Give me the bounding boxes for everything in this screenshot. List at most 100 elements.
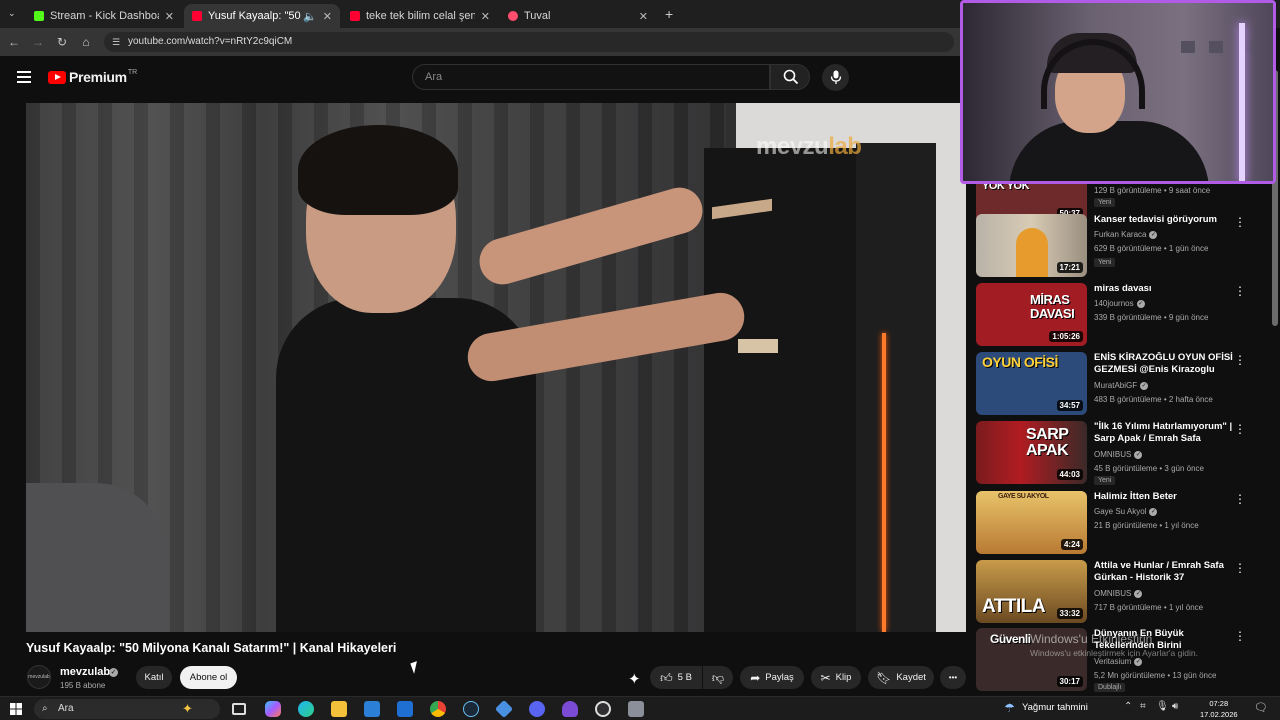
- recommendation-title[interactable]: miras davası: [1094, 283, 1234, 295]
- close-icon[interactable]: ✕: [323, 10, 332, 23]
- taskbar-search-placeholder: Ara: [58, 703, 74, 714]
- webcam-neon-light: [1239, 23, 1245, 181]
- file-explorer-icon[interactable]: [331, 701, 347, 717]
- close-icon[interactable]: ✕: [481, 10, 490, 23]
- youtube-premium-logo[interactable]: Premium TR: [48, 69, 137, 85]
- clock-time: 07:28: [1209, 699, 1229, 708]
- channel-name[interactable]: mevzulab: [60, 666, 110, 678]
- new-badge: Yeni: [1094, 198, 1116, 207]
- more-vert-icon[interactable]: ⋮: [1234, 423, 1246, 435]
- forward-arrow-icon[interactable]: →: [30, 34, 46, 50]
- reload-icon[interactable]: ↻: [54, 34, 70, 50]
- taskbar-clock[interactable]: 07:28 17.02.2026: [1200, 698, 1238, 720]
- subscribe-button[interactable]: Abone ol: [180, 666, 237, 689]
- chevron-up-icon[interactable]: ⌃: [1124, 701, 1132, 712]
- recommendation-item[interactable]: OYUN OFİSİ 34:57 ENİS KİRAZOĞLU OYUN OFİ…: [976, 352, 1276, 416]
- save-button[interactable]: 🔖︎ Kaydet: [868, 666, 934, 689]
- search-input[interactable]: Ara: [412, 64, 770, 90]
- site-info-icon[interactable]: ☰: [112, 32, 120, 52]
- clip-button[interactable]: ✂ Klip: [811, 666, 861, 689]
- like-button[interactable]: 👍︎ 5 B: [650, 666, 702, 689]
- share-button[interactable]: ➦ Paylaş: [740, 666, 804, 689]
- obs-icon[interactable]: [595, 701, 611, 717]
- recommendation-title[interactable]: Attila ve Hunlar / Emrah Safa Gürkan - H…: [1094, 560, 1234, 584]
- recommendation-channel[interactable]: OMNIBUS ✓: [1094, 450, 1143, 459]
- view-count: 129 B görüntüleme • 9 saat önce: [1094, 186, 1211, 195]
- dubbed-badge: Dublajlı: [1094, 683, 1126, 692]
- back-arrow-icon[interactable]: ←: [6, 34, 22, 50]
- recommendation-item[interactable]: ATTILA 33:32 Attila ve Hunlar / Emrah Sa…: [976, 560, 1276, 624]
- recommendation-channel[interactable]: Furkan Karaca ✓: [1094, 230, 1158, 239]
- tab-teke-tek[interactable]: teke tek bilim celal şengör ilber ✕: [342, 4, 498, 28]
- taskbar-search-input[interactable]: ⌕ Ara ✦: [34, 699, 220, 719]
- video-thumbnail[interactable]: ATTILA 33:32: [976, 560, 1087, 623]
- task-view-icon[interactable]: [232, 703, 246, 715]
- copilot-icon[interactable]: [265, 701, 281, 717]
- video-player[interactable]: mevzulab: [26, 103, 966, 632]
- more-actions-button[interactable]: •••: [940, 666, 966, 689]
- ask-ai-sparkle-icon[interactable]: ✦: [628, 670, 641, 688]
- discord-icon[interactable]: [529, 701, 545, 717]
- new-tab-plus-icon[interactable]: +: [665, 6, 673, 22]
- close-icon[interactable]: ✕: [165, 10, 174, 23]
- join-button[interactable]: Katıl: [136, 666, 172, 689]
- app-icon[interactable]: [562, 701, 578, 717]
- speaker-icon[interactable]: 🔈: [303, 10, 317, 23]
- share-arrow-icon: ➦: [750, 670, 761, 685]
- more-vert-icon[interactable]: ⋮: [1234, 354, 1246, 366]
- volume-icon[interactable]: 🔊︎: [1172, 701, 1178, 712]
- recommendation-item[interactable]: SARP APAK 44:03 "İlk 16 Yılımı Hatırlamı…: [976, 421, 1276, 485]
- recommendation-title[interactable]: ENİS KİRAZOĞLU OYUN OFİSİ GEZMESİ @Enis …: [1094, 352, 1234, 376]
- recommendation-item[interactable]: 17:21 Kanser tedavisi görüyorum Furkan K…: [976, 214, 1276, 278]
- more-vert-icon[interactable]: ⋮: [1234, 493, 1246, 505]
- video-thumbnail[interactable]: 17:21: [976, 214, 1087, 277]
- dislike-button[interactable]: 👎︎: [703, 666, 733, 689]
- video-thumbnail[interactable]: MİRAS DAVASI 1:05:26: [976, 283, 1087, 346]
- weather-rain-icon: ☂: [1004, 701, 1015, 715]
- recommendation-channel[interactable]: 140journos ✓: [1094, 299, 1145, 308]
- recommendation-item[interactable]: GAYE SU AKYOL 4:24 Halimiz İtten Beter G…: [976, 491, 1276, 555]
- recommendation-title[interactable]: Halimiz İtten Beter: [1094, 491, 1234, 503]
- recommendation-channel[interactable]: Veritasium ✓: [1094, 657, 1143, 666]
- tab-kick-dashboard[interactable]: Stream - Kick Dashboard ✕: [26, 4, 182, 28]
- thumbnail-text: MİRAS DAVASI: [1030, 292, 1075, 321]
- recommendation-channel[interactable]: OMNIBUS ✓: [1094, 589, 1143, 598]
- home-icon[interactable]: ⌂: [78, 34, 94, 50]
- steam-icon[interactable]: [463, 701, 479, 717]
- more-vert-icon[interactable]: ⋮: [1234, 562, 1246, 574]
- more-vert-icon[interactable]: ⋮: [1234, 216, 1246, 228]
- view-count: 629 B görüntüleme • 1 gün önce: [1094, 244, 1209, 253]
- windows-start-icon[interactable]: [10, 703, 22, 715]
- recommendation-item[interactable]: MİRAS DAVASI 1:05:26 miras davası 140jou…: [976, 283, 1276, 347]
- search-button[interactable]: [770, 64, 810, 90]
- video-thumbnail[interactable]: GAYE SU AKYOL 4:24: [976, 491, 1087, 554]
- video-thumbnail[interactable]: OYUN OFİSİ 34:57: [976, 352, 1087, 415]
- tab-tuval[interactable]: Tuval ✕: [500, 4, 656, 28]
- store-icon[interactable]: [364, 701, 380, 717]
- weather-text[interactable]: Yağmur tahmini: [1022, 702, 1088, 713]
- game-launcher-icon[interactable]: [494, 699, 514, 719]
- close-icon[interactable]: ✕: [639, 10, 648, 23]
- tab-youtube-video[interactable]: Yusuf Kayaalp: "50 Milyona 🔈 ✕: [184, 4, 340, 28]
- chrome-icon[interactable]: [430, 701, 446, 717]
- edge-icon[interactable]: [298, 701, 314, 717]
- more-vert-icon[interactable]: ⋮: [1234, 285, 1246, 297]
- channel-avatar[interactable]: mevzulab: [27, 665, 51, 689]
- address-input[interactable]: ☰ youtube.com/watch?v=nRtY2c9qiCM: [104, 32, 954, 52]
- notification-icon[interactable]: 🗨︎: [1254, 701, 1268, 714]
- network-icon[interactable]: ⌗: [1140, 701, 1146, 712]
- country-code: TR: [127, 68, 138, 76]
- recommendation-title[interactable]: "İlk 16 Yılımı Hatırlamıyorum" | Sarp Ap…: [1094, 421, 1234, 445]
- outlook-icon[interactable]: [397, 701, 413, 717]
- microphone-icon[interactable]: 🎙︎: [1156, 701, 1169, 712]
- recommendation-title[interactable]: Kanser tedavisi görüyorum: [1094, 214, 1234, 226]
- tab-search-chevron-icon[interactable]: ⌄: [8, 8, 18, 18]
- recommendation-channel[interactable]: Gaye Su Akyol ✓: [1094, 507, 1158, 516]
- more-vert-icon[interactable]: ⋮: [1234, 630, 1246, 642]
- voice-search-button[interactable]: [822, 64, 849, 91]
- app-icon[interactable]: [628, 701, 644, 717]
- recommendation-channel[interactable]: MuratAbiGF ✓: [1094, 381, 1149, 390]
- clock-date: 17.02.2026: [1200, 710, 1238, 719]
- hamburger-menu-icon[interactable]: [17, 71, 31, 83]
- video-thumbnail[interactable]: SARP APAK 44:03: [976, 421, 1087, 484]
